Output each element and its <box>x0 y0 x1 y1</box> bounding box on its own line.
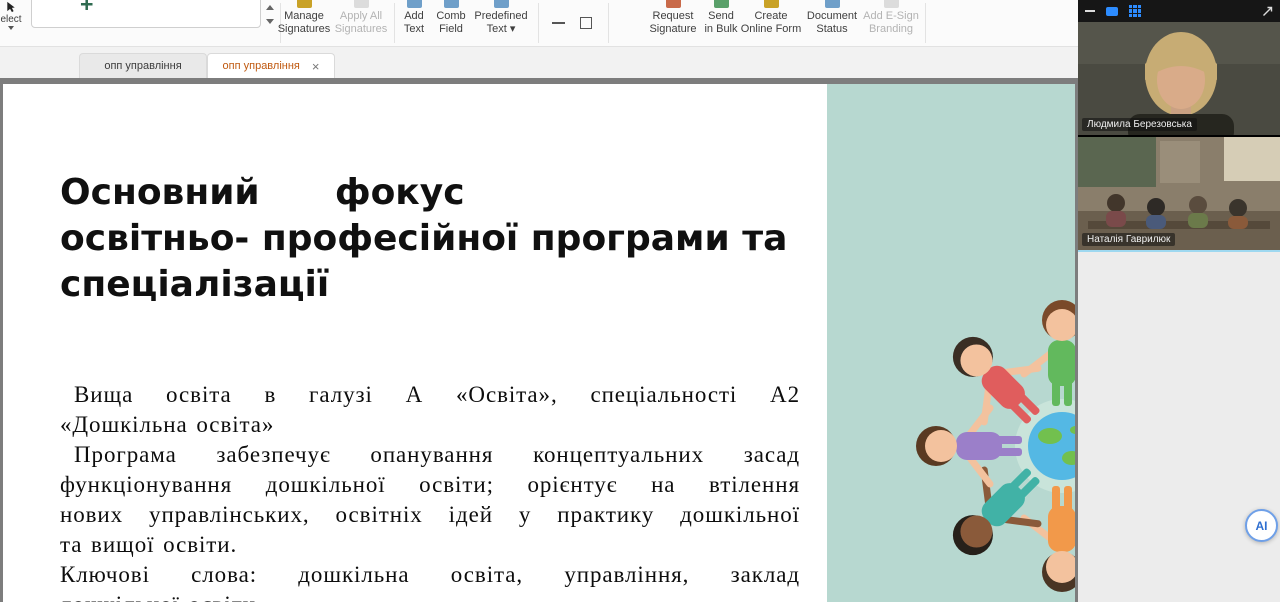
comb-field-button[interactable]: Comb Field <box>432 0 470 46</box>
participant-name: Людмила Березовська <box>1082 118 1197 131</box>
toolbar-divider <box>925 3 926 43</box>
request-signature-icon <box>666 0 681 8</box>
ai-assistant-label: AI <box>1256 519 1268 533</box>
gallery-view-icon[interactable] <box>1129 5 1141 17</box>
square-tool-button[interactable] <box>574 0 598 46</box>
apply-all-signatures-button[interactable]: Apply All Signatures <box>333 0 389 46</box>
comb-field-icon <box>444 0 459 8</box>
video-tile-1[interactable]: Людмила Березовська <box>1078 22 1280 135</box>
document-area[interactable]: Основний фокус освітньо- професійної про… <box>0 78 1078 602</box>
document-status-button[interactable]: Document Status <box>800 0 864 46</box>
select-tool-label: elect <box>0 14 21 25</box>
toolbar-divider <box>394 3 395 43</box>
toolbar-divider <box>538 3 539 43</box>
add-text-icon <box>407 0 422 8</box>
manage-signatures-icon <box>297 0 312 8</box>
toolbar-divider <box>608 3 609 43</box>
video-tile-2[interactable]: Наталія Гаврилюк <box>1078 137 1280 250</box>
apply-all-signatures-icon <box>354 0 369 8</box>
document-tabbar: опп управління опп управління × <box>0 47 1078 78</box>
tab-opp-upravlinnia-2[interactable]: опп управління × <box>207 53 335 78</box>
add-signature-plus-icon[interactable]: + <box>80 0 93 16</box>
tab-opp-upravlinnia-1[interactable]: опп управління <box>79 53 207 78</box>
tab-close-icon[interactable]: × <box>312 60 320 73</box>
send-in-bulk-icon <box>714 0 729 8</box>
scroll-up-icon[interactable] <box>266 5 274 10</box>
zoom-video-window: Людмила Березовська Наталія Гаврилюк <box>1078 0 1280 252</box>
signature-preview-box[interactable]: + <box>31 0 261 28</box>
slide-body-text: Вища освіта в галузі А «Освіта», спеціал… <box>60 380 800 602</box>
participant-name: Наталія Гаврилюк <box>1082 233 1175 246</box>
slide-title: Основний фокус освітньо- професійної про… <box>60 170 787 308</box>
manage-signatures-button[interactable]: Manage Signatures <box>276 0 332 46</box>
chevron-down-icon <box>8 26 14 30</box>
slide-page: Основний фокус освітньо- професійної про… <box>3 84 1075 602</box>
create-online-form-icon <box>764 0 779 8</box>
request-signature-button[interactable]: Request Signature <box>643 0 703 46</box>
signature-list-scroller[interactable] <box>263 1 277 28</box>
dash-tool-button[interactable] <box>546 0 570 46</box>
screen: elect + Manage Signatures Apply All Sign… <box>0 0 1280 602</box>
dash-icon <box>552 22 565 24</box>
document-status-icon <box>825 0 840 8</box>
create-online-form-button[interactable]: Create Online Form <box>739 0 803 46</box>
square-icon <box>580 17 592 29</box>
select-tool-button[interactable]: elect <box>0 1 22 30</box>
add-esign-branding-icon <box>884 0 899 8</box>
predefined-text-button[interactable]: Predefined Text ▾ <box>470 0 532 46</box>
fullscreen-icon[interactable] <box>1262 6 1273 17</box>
speaker-view-icon[interactable] <box>1106 7 1118 16</box>
ai-assistant-button[interactable]: AI <box>1245 509 1278 542</box>
minimize-icon[interactable] <box>1085 10 1095 12</box>
scroll-down-icon[interactable] <box>266 19 274 24</box>
predefined-text-icon <box>494 0 509 8</box>
add-esign-branding-button[interactable]: Add E-Sign Branding <box>859 0 923 46</box>
slide-illustration-panel <box>827 84 1075 602</box>
zoom-titlebar <box>1078 0 1280 22</box>
send-in-bulk-button[interactable]: Send in Bulk <box>701 0 741 46</box>
add-text-button[interactable]: Add Text <box>396 0 432 46</box>
cursor-icon <box>6 1 16 13</box>
children-around-globe-illustration <box>827 84 1075 602</box>
